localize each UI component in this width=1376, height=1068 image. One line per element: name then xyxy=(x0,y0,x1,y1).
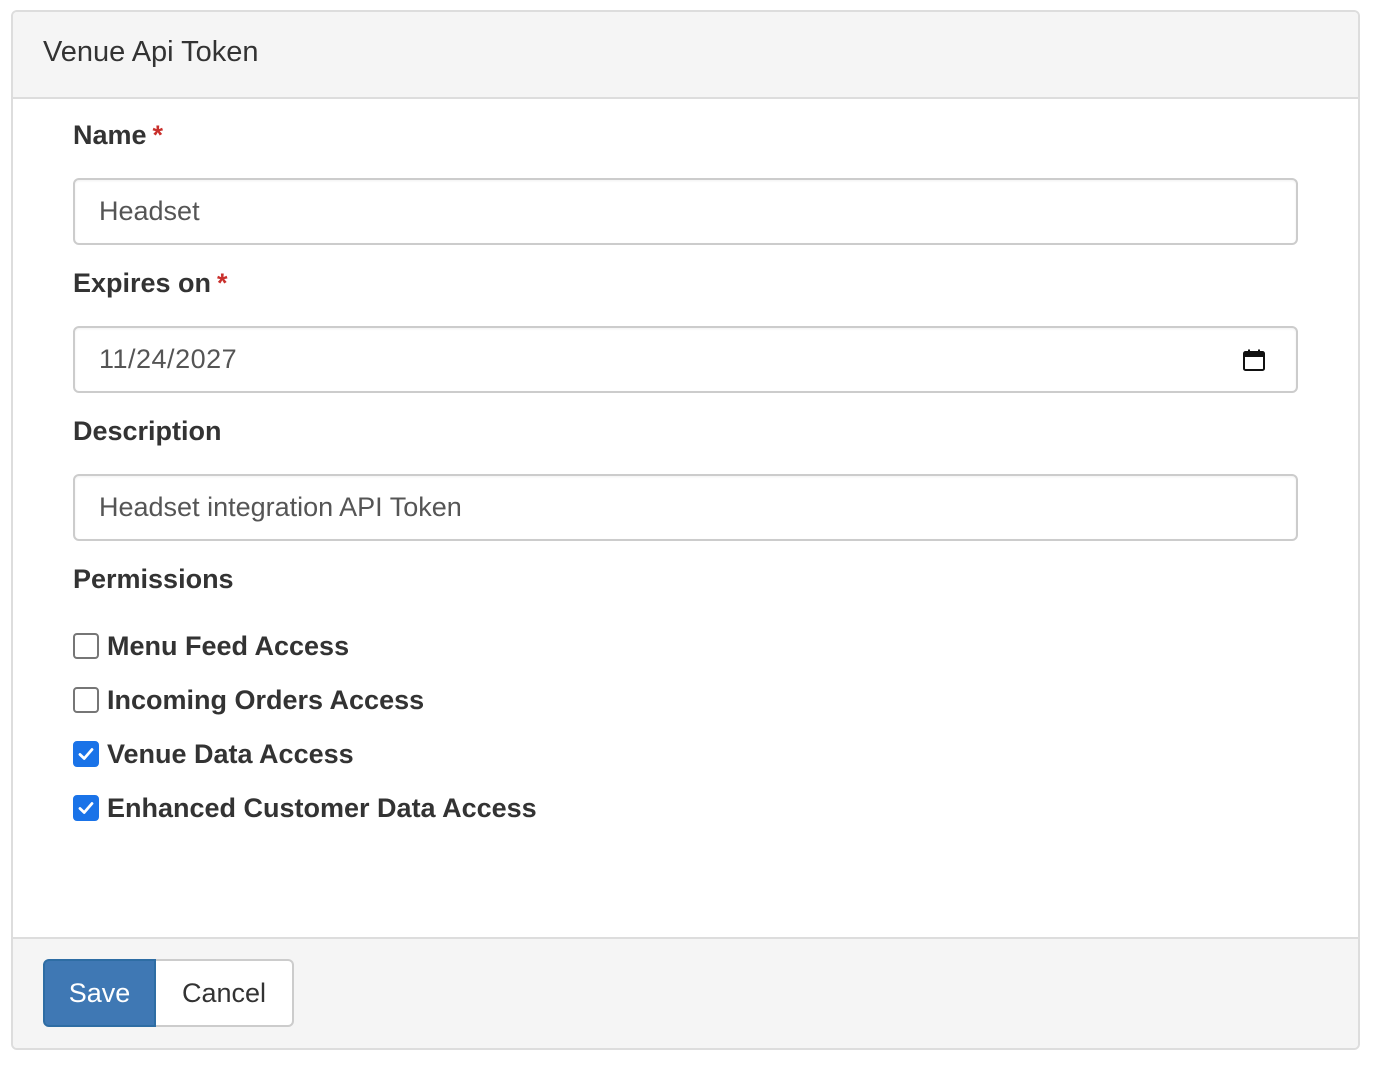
expires-on-label: Expires on * xyxy=(73,270,1298,297)
permissions-label: Permissions xyxy=(73,564,234,594)
permission-venue-data-access[interactable]: Venue Data Access xyxy=(73,738,354,770)
calendar-icon[interactable] xyxy=(1242,348,1272,372)
enhanced-customer-data-access-label[interactable]: Enhanced Customer Data Access xyxy=(107,794,537,822)
panel-heading: Venue Api Token xyxy=(13,12,1358,99)
incoming-orders-access-checkbox[interactable] xyxy=(73,687,99,713)
description-input[interactable]: Headset integration API Token xyxy=(73,474,1298,541)
venue-data-access-checkbox[interactable] xyxy=(73,741,99,767)
permission-incoming-orders-access[interactable]: Incoming Orders Access xyxy=(73,684,424,716)
cancel-button[interactable]: Cancel xyxy=(156,959,294,1027)
name-label: Name * xyxy=(73,122,1298,149)
permissions-form-group: Permissions xyxy=(73,566,1298,593)
expires-on-label-text: Expires on xyxy=(73,268,212,298)
enhanced-customer-data-access-checkbox[interactable] xyxy=(73,795,99,821)
name-label-text: Name xyxy=(73,120,147,150)
description-form-group: Description xyxy=(73,418,1298,445)
venue-api-token-panel: Venue Api Token Name * Headset Expires on… xyxy=(11,10,1360,1050)
description-input-value: Headset integration API Token xyxy=(99,492,462,522)
expires-on-required-mark: * xyxy=(217,268,228,298)
form-actions: Save Cancel xyxy=(43,959,294,1027)
permission-enhanced-customer-data-access[interactable]: Enhanced Customer Data Access xyxy=(73,792,537,824)
name-form-group: Name * xyxy=(73,122,1298,149)
venue-data-access-label[interactable]: Venue Data Access xyxy=(107,740,354,768)
name-input[interactable]: Headset xyxy=(73,178,1298,245)
incoming-orders-access-label[interactable]: Incoming Orders Access xyxy=(107,686,424,714)
menu-feed-access-checkbox[interactable] xyxy=(73,633,99,659)
permission-menu-feed-access[interactable]: Menu Feed Access xyxy=(73,630,349,662)
name-required-mark: * xyxy=(152,120,164,150)
panel-footer: Save Cancel xyxy=(13,937,1358,1048)
description-label: Description xyxy=(73,416,222,446)
expires-on-date-input[interactable]: 11/24/2027 xyxy=(73,326,1298,393)
expires-on-value: 11/24/2027 xyxy=(99,344,238,374)
expires-on-form-group: Expires on * xyxy=(73,270,1298,297)
save-button[interactable]: Save xyxy=(43,959,156,1027)
name-input-value: Headset xyxy=(99,196,200,226)
panel-title: Venue Api Token xyxy=(43,36,259,68)
menu-feed-access-label[interactable]: Menu Feed Access xyxy=(107,632,349,660)
